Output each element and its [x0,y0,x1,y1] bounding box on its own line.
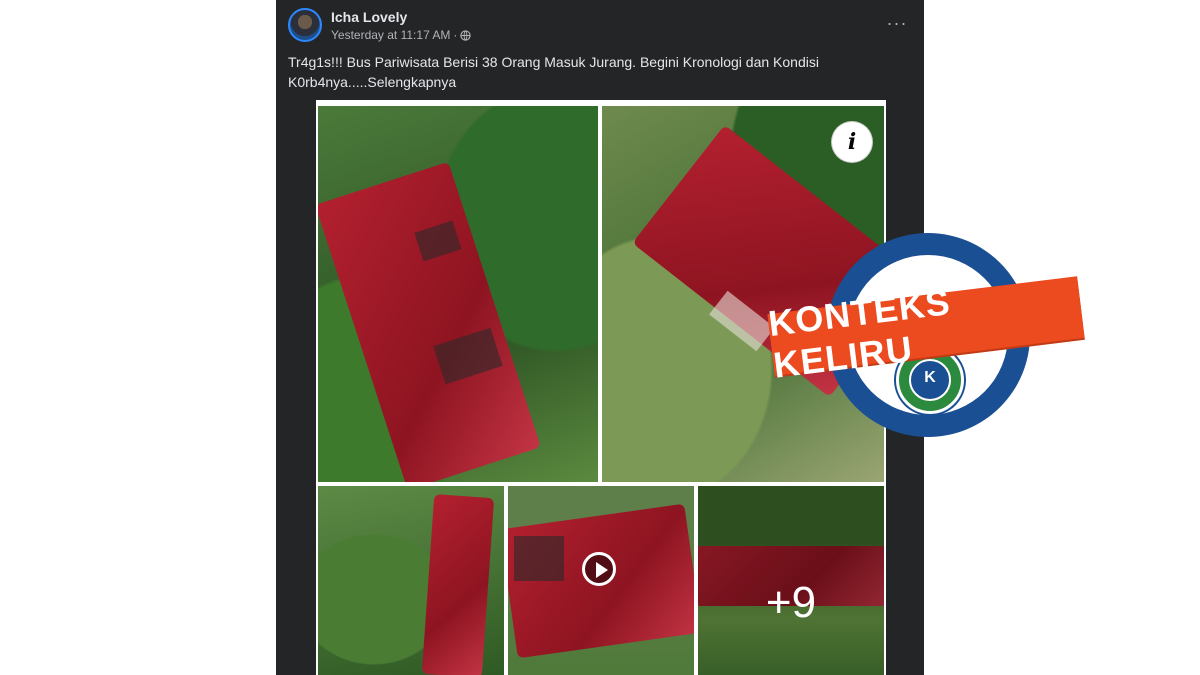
avatar[interactable] [288,8,322,42]
info-icon[interactable]: i [832,122,872,162]
post-meta: Yesterday at 11:17 AM · [331,28,472,42]
author-name[interactable]: Icha Lovely [331,9,407,25]
media-grid: i +9 [316,100,886,675]
more-options-icon[interactable]: ··· [882,10,912,36]
photo-5-more[interactable]: +9 [698,486,884,675]
video-4[interactable] [508,486,694,675]
post-caption: Tr4g1s!!! Bus Pariwisata Berisi 38 Orang… [288,54,819,90]
timestamp[interactable]: Yesterday at 11:17 AM [331,28,450,42]
logo-letter: K [924,369,936,386]
globe-icon [460,29,472,41]
more-photos-count[interactable]: +9 [698,578,884,628]
play-icon[interactable] [582,552,616,586]
photo-1[interactable] [318,106,598,482]
meta-separator: · [453,28,458,42]
photo-3[interactable] [318,486,504,675]
